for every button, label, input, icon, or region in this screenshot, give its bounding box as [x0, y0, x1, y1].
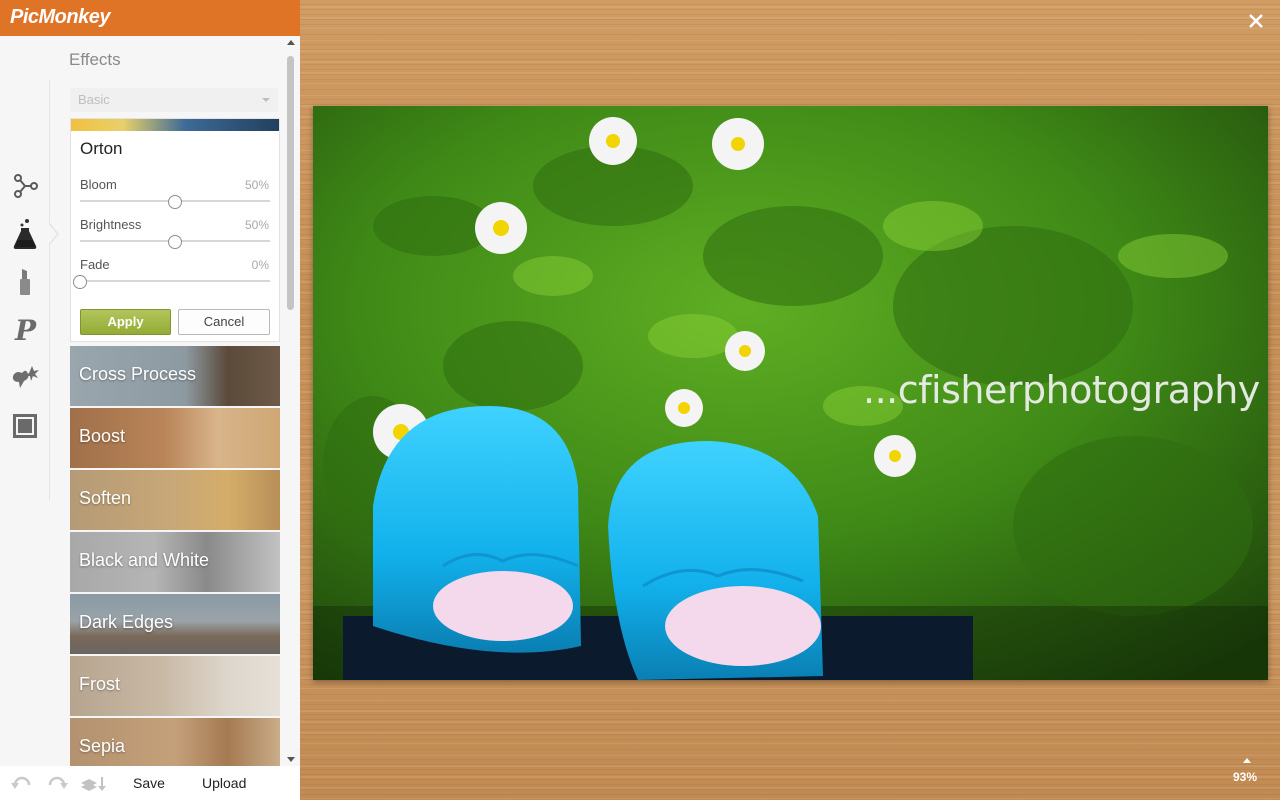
category-select[interactable]: Basic: [70, 88, 278, 112]
app-logo[interactable]: PicMonkey: [10, 6, 110, 29]
effect-thumbnail-strip: [71, 119, 279, 131]
effect-label: Frost: [79, 674, 121, 694]
effect-label: Soften: [79, 488, 132, 508]
effect-soften[interactable]: Soften: [70, 470, 280, 530]
upload-button[interactable]: Upload: [202, 775, 246, 791]
active-tool-pointer-inner: [48, 223, 57, 245]
frames-icon[interactable]: [8, 409, 42, 443]
text-icon[interactable]: P: [8, 313, 42, 347]
edited-photo[interactable]: ...cfisherphotography: [313, 106, 1268, 680]
chevron-down-icon: [262, 98, 270, 102]
scrollbar-thumb[interactable]: [287, 56, 294, 310]
svg-text:P: P: [14, 315, 37, 345]
bloom-slider[interactable]: [80, 195, 270, 209]
effect-label: Sepia: [79, 736, 126, 756]
brightness-slider[interactable]: [80, 235, 270, 249]
slider-value-bloom: 50%: [244, 178, 269, 192]
zoom-level[interactable]: 93%: [1233, 770, 1257, 784]
effects-icon[interactable]: [8, 217, 42, 251]
zoom-up-arrow-icon[interactable]: [1243, 758, 1251, 763]
panel-title: Effects: [69, 50, 121, 69]
logo-bar: PicMonkey: [0, 0, 300, 36]
effect-boost[interactable]: Boost: [70, 408, 280, 468]
effect-cross-process[interactable]: Cross Process: [70, 346, 280, 406]
fade-slider[interactable]: [73, 275, 270, 289]
effect-black-and-white[interactable]: Black and White: [70, 532, 280, 592]
tool-rail: P: [0, 36, 50, 766]
scroll-up-arrow-icon[interactable]: [287, 40, 295, 45]
close-icon[interactable]: [1247, 12, 1265, 30]
effect-frost[interactable]: Frost: [70, 656, 280, 716]
save-button[interactable]: Save: [133, 775, 165, 791]
effect-label: Boost: [79, 426, 126, 446]
slider-label-bloom: Bloom: [80, 177, 117, 192]
effect-name: Orton: [80, 139, 123, 158]
brightness-slider-thumb[interactable]: [168, 235, 182, 249]
slider-value-fade: 0%: [251, 258, 269, 272]
scroll-down-arrow-icon[interactable]: [287, 757, 295, 762]
history-icon[interactable]: [80, 775, 106, 796]
effect-label: Dark Edges: [79, 612, 174, 632]
slider-value-brightness: 50%: [244, 218, 269, 232]
overlays-icon[interactable]: [8, 361, 42, 395]
category-select-value: Basic: [78, 92, 110, 107]
rail-divider: [49, 80, 50, 500]
fade-slider-thumb[interactable]: [73, 275, 87, 289]
undo-icon[interactable]: [11, 775, 33, 796]
effect-dark-edges[interactable]: Dark Edges: [70, 594, 280, 654]
bottom-toolbar: Save Upload: [0, 766, 300, 800]
effects-panel: PicMonkey P Effects Basic Orton Bloom 50…: [0, 0, 300, 800]
effect-sepia[interactable]: Sepia: [70, 718, 280, 766]
slider-label-brightness: Brightness: [80, 217, 142, 232]
basic-edits-icon[interactable]: [8, 169, 42, 203]
cancel-button[interactable]: Cancel: [178, 309, 270, 335]
photo-watermark: ...cfisherphotography: [863, 368, 1260, 412]
apply-button[interactable]: Apply: [80, 309, 171, 335]
effect-settings-card: Orton Bloom 50% Brightness 50% Fade 0% A…: [70, 118, 280, 342]
redo-icon[interactable]: [46, 775, 68, 796]
effect-label: Black and White: [79, 550, 210, 570]
effect-label: Cross Process: [79, 364, 197, 384]
panel-scrollbar[interactable]: [285, 36, 296, 766]
bloom-slider-thumb[interactable]: [168, 195, 182, 209]
slider-label-fade: Fade: [80, 257, 110, 272]
touch-up-icon[interactable]: [8, 265, 42, 299]
